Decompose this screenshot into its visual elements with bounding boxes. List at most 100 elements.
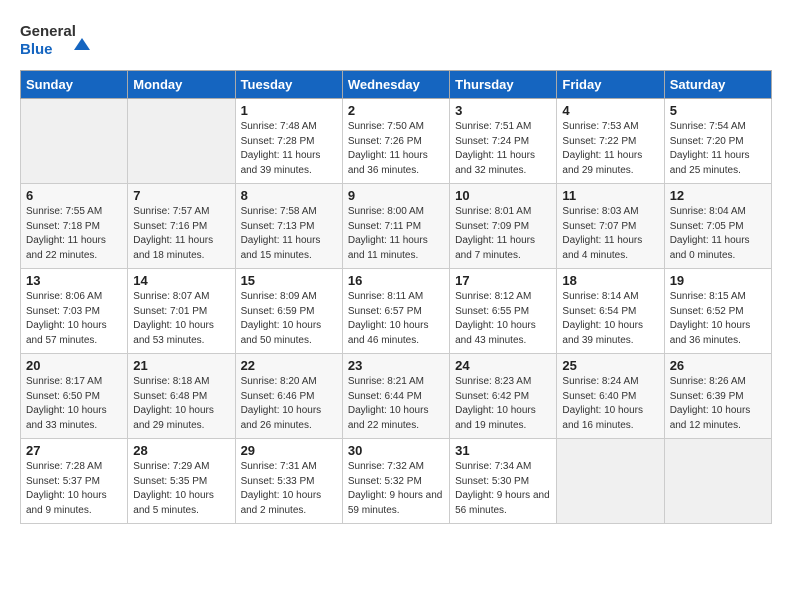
day-info: Sunrise: 7:34 AMSunset: 5:30 PMDaylight:…: [455, 460, 551, 518]
day-number: 13: [26, 273, 122, 288]
day-number: 30: [348, 443, 444, 458]
week-row-5: 27 Sunrise: 7:28 AMSunset: 5:37 PMDayligh…: [21, 439, 772, 524]
day-cell: 13 Sunrise: 8:06 AMSunset: 7:03 PMDayligh…: [21, 269, 128, 354]
day-number: 22: [241, 358, 337, 373]
day-number: 6: [26, 188, 122, 203]
day-info: Sunrise: 8:09 AMSunset: 6:59 PMDaylight:…: [241, 290, 337, 348]
day-info: Sunrise: 7:51 AMSunset: 7:24 PMDaylight:…: [455, 120, 551, 178]
day-info: Sunrise: 8:21 AMSunset: 6:44 PMDaylight:…: [348, 375, 444, 433]
day-info: Sunrise: 7:55 AMSunset: 7:18 PMDaylight:…: [26, 205, 122, 263]
day-cell: 27 Sunrise: 7:28 AMSunset: 5:37 PMDayligh…: [21, 439, 128, 524]
day-info: Sunrise: 7:54 AMSunset: 7:20 PMDaylight:…: [670, 120, 766, 178]
logo: GeneralBlue: [20, 20, 100, 60]
weekday-header-saturday: Saturday: [664, 71, 771, 99]
day-cell: 30 Sunrise: 7:32 AMSunset: 5:32 PMDayligh…: [342, 439, 449, 524]
day-cell: [664, 439, 771, 524]
day-cell: 14 Sunrise: 8:07 AMSunset: 7:01 PMDayligh…: [128, 269, 235, 354]
day-number: 4: [562, 103, 658, 118]
day-cell: 7 Sunrise: 7:57 AMSunset: 7:16 PMDaylight…: [128, 184, 235, 269]
day-info: Sunrise: 8:26 AMSunset: 6:39 PMDaylight:…: [670, 375, 766, 433]
day-number: 26: [670, 358, 766, 373]
day-number: 31: [455, 443, 551, 458]
day-info: Sunrise: 7:31 AMSunset: 5:33 PMDaylight:…: [241, 460, 337, 518]
day-cell: 29 Sunrise: 7:31 AMSunset: 5:33 PMDayligh…: [235, 439, 342, 524]
weekday-header-thursday: Thursday: [450, 71, 557, 99]
day-info: Sunrise: 7:53 AMSunset: 7:22 PMDaylight:…: [562, 120, 658, 178]
day-number: 11: [562, 188, 658, 203]
day-info: Sunrise: 7:58 AMSunset: 7:13 PMDaylight:…: [241, 205, 337, 263]
day-number: 29: [241, 443, 337, 458]
day-cell: 12 Sunrise: 8:04 AMSunset: 7:05 PMDayligh…: [664, 184, 771, 269]
day-cell: 4 Sunrise: 7:53 AMSunset: 7:22 PMDaylight…: [557, 99, 664, 184]
day-cell: 25Sunrise: 8:24 AMSunset: 6:40 PMDayligh…: [557, 354, 664, 439]
day-cell: 8 Sunrise: 7:58 AMSunset: 7:13 PMDaylight…: [235, 184, 342, 269]
day-cell: [557, 439, 664, 524]
weekday-header-sunday: Sunday: [21, 71, 128, 99]
day-number: 10: [455, 188, 551, 203]
day-number: 28: [133, 443, 229, 458]
day-cell: 20 Sunrise: 8:17 AMSunset: 6:50 PMDayligh…: [21, 354, 128, 439]
day-number: 27: [26, 443, 122, 458]
day-cell: 21Sunrise: 8:18 AMSunset: 6:48 PMDayligh…: [128, 354, 235, 439]
day-info: Sunrise: 8:17 AMSunset: 6:50 PMDaylight:…: [26, 375, 122, 433]
day-info: Sunrise: 8:20 AMSunset: 6:46 PMDaylight:…: [241, 375, 337, 433]
day-number: 20: [26, 358, 122, 373]
day-number: 16: [348, 273, 444, 288]
day-cell: 28 Sunrise: 7:29 AMSunset: 5:35 PMDayligh…: [128, 439, 235, 524]
day-cell: 19Sunrise: 8:15 AMSunset: 6:52 PMDayligh…: [664, 269, 771, 354]
page-header: GeneralBlue: [20, 20, 772, 60]
day-cell: 5 Sunrise: 7:54 AMSunset: 7:20 PMDaylight…: [664, 99, 771, 184]
day-number: 23: [348, 358, 444, 373]
day-cell: 26 Sunrise: 8:26 AMSunset: 6:39 PMDayligh…: [664, 354, 771, 439]
day-info: Sunrise: 8:14 AMSunset: 6:54 PMDaylight:…: [562, 290, 658, 348]
day-info: Sunrise: 8:24 AMSunset: 6:40 PMDaylight:…: [562, 375, 658, 433]
day-info: Sunrise: 8:12 AMSunset: 6:55 PMDaylight:…: [455, 290, 551, 348]
day-cell: 2 Sunrise: 7:50 AMSunset: 7:26 PMDaylight…: [342, 99, 449, 184]
calendar-table: SundayMondayTuesdayWednesdayThursdayFrid…: [20, 70, 772, 524]
day-number: 12: [670, 188, 766, 203]
day-info: Sunrise: 8:01 AMSunset: 7:09 PMDaylight:…: [455, 205, 551, 263]
week-row-3: 13 Sunrise: 8:06 AMSunset: 7:03 PMDayligh…: [21, 269, 772, 354]
day-info: Sunrise: 8:23 AMSunset: 6:42 PMDaylight:…: [455, 375, 551, 433]
day-cell: 9 Sunrise: 8:00 AMSunset: 7:11 PMDaylight…: [342, 184, 449, 269]
day-cell: 10 Sunrise: 8:01 AMSunset: 7:09 PMDayligh…: [450, 184, 557, 269]
day-number: 15: [241, 273, 337, 288]
day-info: Sunrise: 8:00 AMSunset: 7:11 PMDaylight:…: [348, 205, 444, 263]
day-number: 1: [241, 103, 337, 118]
day-info: Sunrise: 8:04 AMSunset: 7:05 PMDaylight:…: [670, 205, 766, 263]
day-info: Sunrise: 7:29 AMSunset: 5:35 PMDaylight:…: [133, 460, 229, 518]
day-number: 5: [670, 103, 766, 118]
day-cell: [128, 99, 235, 184]
day-cell: 18 Sunrise: 8:14 AMSunset: 6:54 PMDayligh…: [557, 269, 664, 354]
day-info: Sunrise: 8:11 AMSunset: 6:57 PMDaylight:…: [348, 290, 444, 348]
day-cell: 1 Sunrise: 7:48 AMSunset: 7:28 PMDaylight…: [235, 99, 342, 184]
day-cell: 17 Sunrise: 8:12 AMSunset: 6:55 PMDayligh…: [450, 269, 557, 354]
day-info: Sunrise: 7:48 AMSunset: 7:28 PMDaylight:…: [241, 120, 337, 178]
day-number: 8: [241, 188, 337, 203]
day-number: 9: [348, 188, 444, 203]
day-number: 17: [455, 273, 551, 288]
day-cell: 22 Sunrise: 8:20 AMSunset: 6:46 PMDayligh…: [235, 354, 342, 439]
day-info: Sunrise: 7:50 AMSunset: 7:26 PMDaylight:…: [348, 120, 444, 178]
day-number: 19: [670, 273, 766, 288]
day-number: 7: [133, 188, 229, 203]
logo-svg: GeneralBlue: [20, 20, 100, 60]
day-info: Sunrise: 7:57 AMSunset: 7:16 PMDaylight:…: [133, 205, 229, 263]
day-info: Sunrise: 7:32 AMSunset: 5:32 PMDaylight:…: [348, 460, 444, 518]
svg-text:Blue: Blue: [20, 41, 53, 58]
day-cell: 11Sunrise: 8:03 AMSunset: 7:07 PMDayligh…: [557, 184, 664, 269]
day-number: 14: [133, 273, 229, 288]
day-info: Sunrise: 8:18 AMSunset: 6:48 PMDaylight:…: [133, 375, 229, 433]
day-cell: 6 Sunrise: 7:55 AMSunset: 7:18 PMDaylight…: [21, 184, 128, 269]
week-row-4: 20 Sunrise: 8:17 AMSunset: 6:50 PMDayligh…: [21, 354, 772, 439]
week-row-2: 6 Sunrise: 7:55 AMSunset: 7:18 PMDaylight…: [21, 184, 772, 269]
day-cell: 16 Sunrise: 8:11 AMSunset: 6:57 PMDayligh…: [342, 269, 449, 354]
day-number: 18: [562, 273, 658, 288]
day-info: Sunrise: 8:06 AMSunset: 7:03 PMDaylight:…: [26, 290, 122, 348]
day-info: Sunrise: 7:28 AMSunset: 5:37 PMDaylight:…: [26, 460, 122, 518]
weekday-header-friday: Friday: [557, 71, 664, 99]
weekday-header-tuesday: Tuesday: [235, 71, 342, 99]
day-info: Sunrise: 8:07 AMSunset: 7:01 PMDaylight:…: [133, 290, 229, 348]
day-number: 2: [348, 103, 444, 118]
day-number: 24: [455, 358, 551, 373]
